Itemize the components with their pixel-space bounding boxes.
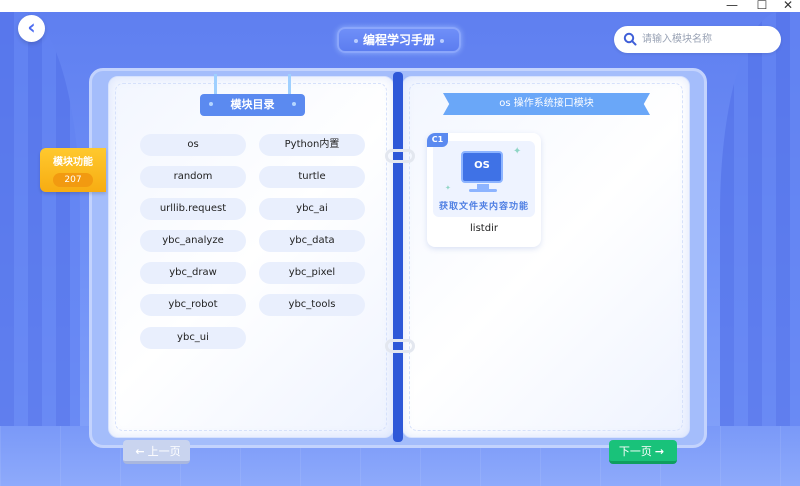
next-page-label: 下一页	[618, 445, 652, 458]
sparkle-icon: ✦	[445, 184, 451, 192]
arrow-right-icon: →	[654, 445, 665, 458]
page-title: 编程学习手册	[337, 27, 461, 53]
right-curtain	[720, 12, 800, 486]
binder-ring-top	[385, 149, 415, 163]
module-button-ybc-draw[interactable]: ybc_draw	[140, 262, 246, 284]
page-title-text: 编程学习手册	[362, 33, 435, 47]
minimize-button[interactable]: —	[722, 0, 742, 12]
card-badge: C1	[427, 133, 448, 147]
chevron-left-icon: ‹	[27, 15, 36, 39]
search-icon	[623, 32, 637, 46]
module-button-urllib-request[interactable]: urllib.request	[140, 198, 246, 220]
module-count-badge: 207	[53, 173, 93, 187]
title-dot-right	[440, 38, 444, 43]
card-illustration: OS ✦ ✦ 获取文件夹内容功能	[433, 141, 535, 217]
arrow-left-icon: ←	[135, 445, 145, 458]
card-name: listdir	[470, 223, 498, 234]
sparkle-icon: ✦	[513, 146, 522, 157]
monitor-icon: OS	[461, 151, 503, 183]
search-box[interactable]	[614, 26, 781, 53]
module-button-turtle[interactable]: turtle	[259, 166, 365, 188]
right-page	[402, 76, 690, 438]
module-button-os[interactable]: os	[140, 134, 246, 156]
catalog-hanger-left	[214, 74, 217, 96]
module-button-ybc-robot[interactable]: ybc_robot	[140, 294, 246, 316]
module-count-label: 模块功能	[53, 157, 93, 168]
monitor-base	[469, 189, 497, 192]
binder-ring-bottom	[385, 339, 415, 353]
next-page-button[interactable]: 下一页 →	[609, 440, 677, 464]
module-count-tab[interactable]: 模块功能 207	[40, 148, 106, 192]
card-caption: 获取文件夹内容功能	[438, 202, 529, 212]
module-button-ybc-data[interactable]: ybc_data	[259, 230, 365, 252]
module-button-ybc-tools[interactable]: ybc_tools	[259, 294, 365, 316]
module-button-python-builtin[interactable]: Python内置	[259, 134, 365, 156]
back-button[interactable]: ‹	[18, 15, 45, 42]
left-page	[108, 76, 394, 438]
title-dot-left	[353, 38, 358, 43]
module-panel-title: os 操作系统接口模块	[443, 93, 650, 115]
module-button-random[interactable]: random	[140, 166, 246, 188]
module-button-ybc-ui[interactable]: ybc_ui	[140, 327, 246, 349]
catalog-hanger-right	[288, 74, 291, 96]
function-card-listdir[interactable]: OS ✦ ✦ 获取文件夹内容功能 C1 listdir	[427, 133, 541, 247]
book-spine	[393, 72, 403, 442]
prev-page-button[interactable]: ← 上一页	[123, 440, 190, 464]
prev-page-label: 上一页	[147, 445, 181, 458]
close-window-button[interactable]: ✕	[778, 0, 798, 12]
left-curtain	[0, 12, 80, 486]
window-titlebar: — ☐ ✕	[0, 0, 800, 12]
module-button-ybc-ai[interactable]: ybc_ai	[259, 198, 365, 220]
module-button-ybc-analyze[interactable]: ybc_analyze	[140, 230, 246, 252]
catalog-title: 模块目录	[200, 94, 305, 116]
maximize-button[interactable]: ☐	[752, 0, 772, 12]
module-button-ybc-pixel[interactable]: ybc_pixel	[259, 262, 365, 284]
search-input[interactable]	[642, 30, 772, 49]
monitor-label: OS	[474, 160, 490, 171]
